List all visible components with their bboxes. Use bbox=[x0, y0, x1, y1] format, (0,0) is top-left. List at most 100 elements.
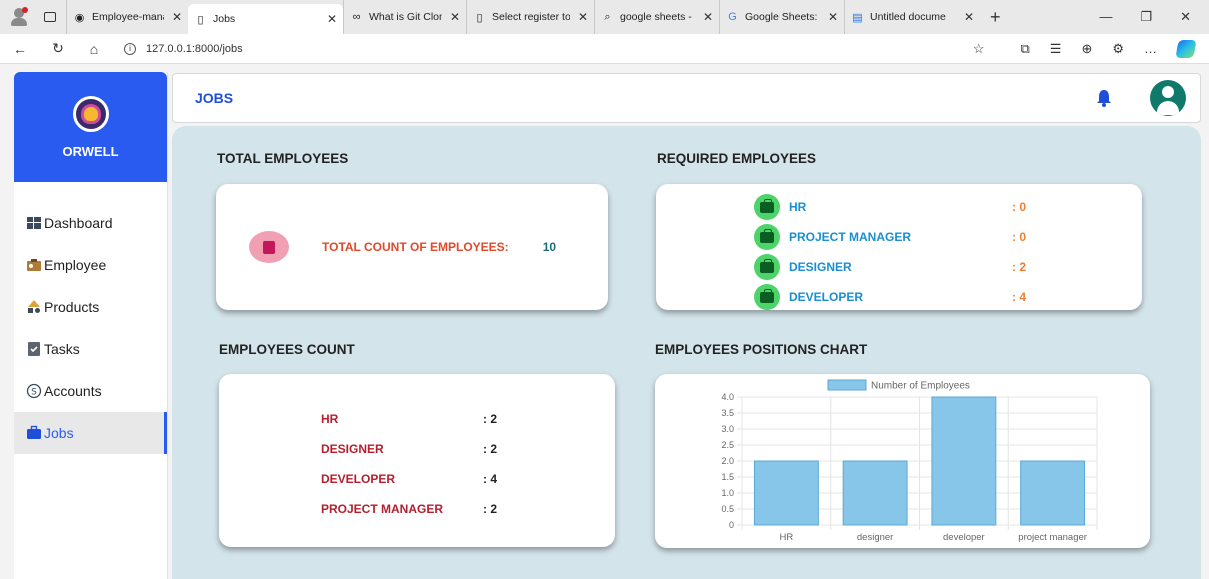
required-position: DEVELOPER bbox=[789, 290, 864, 304]
required-row: PROJECT MANAGER : 0 bbox=[656, 222, 1142, 252]
x-tick-label: project manager bbox=[1018, 532, 1087, 543]
url-text: 127.0.0.1:8000/jobs bbox=[146, 42, 243, 55]
copilot-icon[interactable] bbox=[1175, 39, 1197, 58]
sidebar-item-employee[interactable]: Employee bbox=[14, 244, 167, 286]
close-tab-icon[interactable]: ✕ bbox=[964, 10, 974, 24]
sidebar-menu: Dashboard Employee Products Tasks S Accounts J… bbox=[14, 202, 167, 454]
user-avatar-icon[interactable] bbox=[1150, 80, 1186, 116]
sidebar-item-accounts[interactable]: S Accounts bbox=[14, 370, 167, 412]
docs-icon: ▤ bbox=[852, 11, 863, 24]
dashboard-icon bbox=[26, 215, 42, 231]
count-value: : 2 bbox=[483, 502, 498, 516]
google-icon: G bbox=[728, 11, 737, 23]
browser-tab[interactable]: ⌕ google sheets - S ✕ bbox=[594, 0, 719, 34]
sidebar-item-label: Tasks bbox=[44, 341, 80, 357]
reading-view-icon[interactable]: ⧉ bbox=[1020, 41, 1029, 57]
page-icon: ▯ bbox=[197, 13, 204, 26]
extensions-icon[interactable]: ⚙ bbox=[1112, 41, 1124, 57]
tab-title: Jobs bbox=[213, 13, 236, 25]
sidebar-item-jobs[interactable]: Jobs bbox=[14, 412, 167, 454]
notification-bell-icon[interactable] bbox=[1096, 89, 1112, 107]
more-menu-icon[interactable]: … bbox=[1144, 41, 1157, 56]
count-value: : 2 bbox=[483, 412, 498, 426]
sidebar-item-tasks[interactable]: Tasks bbox=[14, 328, 167, 370]
sidebar-item-label: Jobs bbox=[44, 425, 74, 441]
minimize-icon[interactable]: — bbox=[1099, 9, 1112, 25]
tasks-icon bbox=[26, 341, 42, 357]
close-tab-icon[interactable]: ✕ bbox=[172, 10, 182, 24]
briefcase-icon bbox=[754, 254, 780, 280]
y-tick-label: 2.0 bbox=[721, 456, 734, 466]
positions-chart-title: EMPLOYEES POSITIONS CHART bbox=[655, 342, 868, 357]
legend-swatch bbox=[827, 379, 867, 391]
y-tick-label: 1.5 bbox=[721, 472, 734, 482]
new-tab-icon[interactable]: + bbox=[990, 7, 1001, 28]
sidebar-item-dashboard[interactable]: Dashboard bbox=[14, 202, 167, 244]
close-window-icon[interactable]: ✕ bbox=[1180, 9, 1191, 25]
sidebar-item-products[interactable]: Products bbox=[14, 286, 167, 328]
browser-tab[interactable]: G Google Sheets: O ✕ bbox=[719, 0, 844, 34]
required-row: DESIGNER: 2 bbox=[656, 252, 1142, 282]
sidebar: ORWELL Dashboard Employee Products Tasks S Ac… bbox=[14, 72, 168, 579]
briefcase-icon bbox=[754, 194, 780, 220]
close-tab-icon[interactable]: ✕ bbox=[327, 12, 337, 26]
legend-label: Number of Employees bbox=[871, 381, 970, 392]
browser-tab[interactable]: ▯ Select register to ✕ bbox=[466, 0, 594, 34]
page-header: JOBS bbox=[172, 73, 1201, 123]
x-tick-label: HR bbox=[780, 532, 794, 543]
tab-title: Untitled docume bbox=[870, 11, 946, 23]
close-tab-icon[interactable]: ✕ bbox=[450, 10, 460, 24]
brand-panel: ORWELL bbox=[14, 72, 167, 182]
browser-tab[interactable]: ◉ Employee-manag ✕ bbox=[66, 0, 188, 34]
back-icon[interactable]: ← bbox=[12, 41, 28, 57]
page-title: JOBS bbox=[195, 90, 234, 106]
required-value: : 0 bbox=[1012, 200, 1027, 214]
y-tick-label: 0.5 bbox=[721, 504, 734, 514]
browser-tab[interactable]: ▤ Untitled docume ✕ bbox=[844, 0, 980, 34]
count-row: DEVELOPER: 4 bbox=[219, 464, 615, 494]
count-row: PROJECT MANAGER: 2 bbox=[219, 494, 615, 524]
favorites-icon[interactable]: ☰ bbox=[1050, 41, 1062, 57]
bar-developer[interactable] bbox=[931, 396, 997, 526]
search-icon: ⌕ bbox=[604, 10, 611, 23]
refresh-icon[interactable]: ↻ bbox=[50, 40, 66, 57]
url-field[interactable]: i 127.0.0.1:8000/jobs bbox=[116, 38, 973, 60]
tab-actions-icon[interactable] bbox=[44, 12, 56, 22]
required-employees-card: HR: 0 PROJECT MANAGER: 0 DESIGNER: 2 DEVELO… bbox=[656, 184, 1142, 310]
collections-icon[interactable]: ⊕ bbox=[1081, 41, 1092, 57]
close-tab-icon[interactable]: ✕ bbox=[703, 10, 713, 24]
bar-HR[interactable] bbox=[753, 460, 819, 526]
required-value: : 4 bbox=[1012, 290, 1027, 304]
profile-avatar-icon[interactable] bbox=[8, 6, 30, 28]
count-value: : 2 bbox=[483, 442, 498, 456]
browser-tab[interactable]: ∞ What is Git Clone ✕ bbox=[343, 0, 466, 34]
required-position: HR bbox=[789, 200, 807, 214]
required-row: DEVELOPER : 4 bbox=[656, 282, 1142, 312]
restore-icon[interactable]: ❐ bbox=[1140, 9, 1152, 25]
window-controls: — ❐ ✕ bbox=[1099, 9, 1191, 25]
tab-strip: ◉ Employee-manag ✕ ▯ Jobs ✕ ∞ What is Git Clone… bbox=[66, 0, 980, 34]
required-position: PROJECT MANAGER bbox=[789, 230, 912, 244]
required-value: : 0 bbox=[1012, 230, 1027, 244]
site-info-icon[interactable]: i bbox=[124, 42, 136, 55]
home-icon[interactable]: ⌂ bbox=[86, 41, 102, 57]
bar-designer[interactable] bbox=[842, 460, 908, 526]
required-position: DESIGNER bbox=[789, 260, 852, 274]
calculator-icon bbox=[249, 231, 289, 263]
required-row: HR : 0 bbox=[656, 192, 1142, 222]
bar-project-manager[interactable] bbox=[1020, 460, 1086, 526]
positions-chart-card: Number of Employees 0 0.5 1.0 1.5 2.0 2.5 3.0 3.… bbox=[655, 374, 1150, 548]
tab-title: Google Sheets: O bbox=[745, 11, 820, 23]
total-employees-title: TOTAL EMPLOYEES bbox=[217, 151, 349, 166]
count-value: : 4 bbox=[483, 472, 498, 486]
briefcase-icon bbox=[754, 284, 780, 310]
address-bar: ← ↻ ⌂ i 127.0.0.1:8000/jobs ☆ ⧉ ☰ ⊕ ⚙ … bbox=[0, 34, 1209, 64]
browser-tab-bar: ◉ Employee-manag ✕ ▯ Jobs ✕ ∞ What is Git Clone… bbox=[0, 0, 1209, 34]
count-row: DESIGNER: 2 bbox=[219, 434, 615, 464]
browser-tab[interactable]: ▯ Jobs ✕ bbox=[188, 4, 343, 34]
favorite-star-icon[interactable]: ☆ bbox=[973, 41, 985, 57]
close-tab-icon[interactable]: ✕ bbox=[828, 10, 838, 24]
tab-title: What is Git Clone bbox=[369, 11, 442, 23]
close-tab-icon[interactable]: ✕ bbox=[578, 10, 588, 24]
employees-count-title: EMPLOYEES COUNT bbox=[219, 342, 355, 357]
